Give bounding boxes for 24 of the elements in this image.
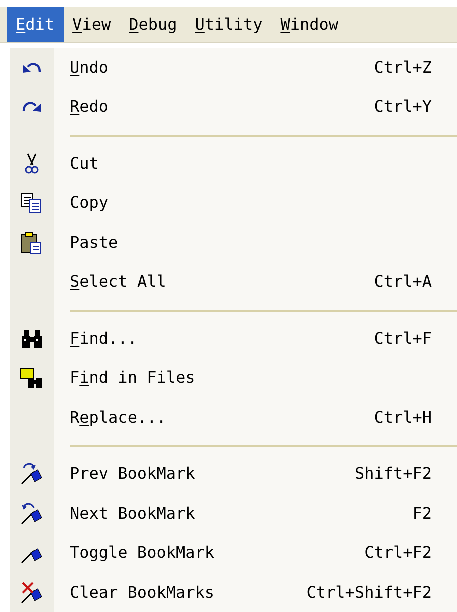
menu-item[interactable]: Toggle BookMark Ctrl+F2: [10, 534, 457, 573]
clipboard-icon: [20, 230, 44, 255]
menu-item[interactable]: Paste: [10, 223, 457, 262]
folder-binoculars-icon: [20, 366, 44, 390]
menu-item[interactable]: Find... Ctrl+F: [10, 319, 457, 358]
copy-icon: [20, 191, 44, 216]
menu-item[interactable]: Copy: [10, 184, 457, 223]
menu-item[interactable]: Undo Ctrl+Z: [10, 48, 457, 88]
flag-cross-icon: [20, 580, 44, 605]
menu-item[interactable]: Replace... Ctrl+H: [10, 398, 457, 438]
flag-arrow-icon: [20, 462, 44, 486]
menu-item[interactable]: Cut: [10, 144, 457, 184]
menu-bar-item[interactable]: Debug: [120, 7, 186, 42]
menu-bar-item[interactable]: Edit: [7, 7, 64, 42]
menu-item[interactable]: Select All Ctrl+A: [10, 262, 457, 302]
menu-item[interactable]: Next BookMark F2: [10, 494, 457, 534]
menu-item[interactable]: Prev BookMark Shift+F2: [10, 454, 457, 494]
menu-bar-item[interactable]: Window: [272, 7, 348, 42]
menu-bar-item[interactable]: View: [64, 7, 120, 42]
menu-item[interactable]: Clear BookMarks Ctrl+Shift+F2: [10, 573, 457, 612]
menu-item[interactable]: Redo Ctrl+Y: [10, 88, 457, 127]
menu-bar-item[interactable]: Utility: [186, 7, 272, 42]
flag-arrow-icon: [20, 502, 44, 526]
menu-item[interactable]: Find in Files: [10, 358, 457, 398]
